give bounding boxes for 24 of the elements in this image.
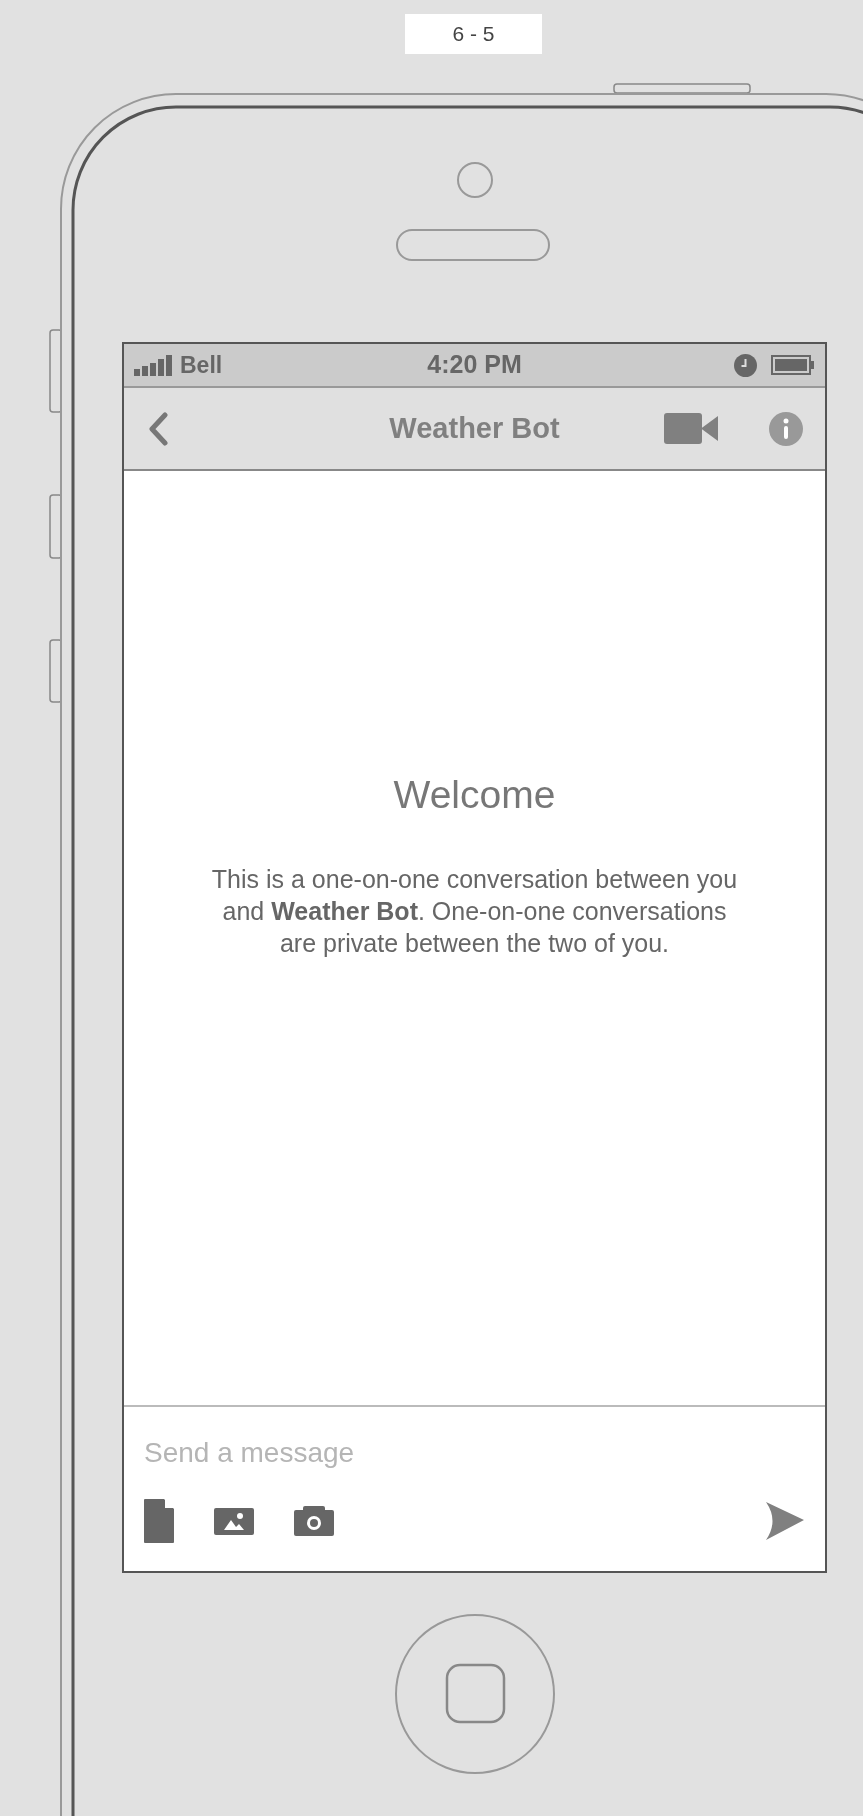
video-call-button[interactable]: [664, 413, 719, 444]
battery-icon: [771, 354, 815, 376]
welcome-message: This is a one-on-one conversation between you and Weather Bot. One-on-one conversations are private between the two of you.: [210, 863, 739, 959]
screen-label: 6 - 5: [452, 21, 495, 48]
document-icon: [144, 1499, 174, 1543]
picture-icon: [214, 1507, 254, 1535]
attach-file-button[interactable]: [144, 1499, 174, 1543]
info-icon: [769, 411, 803, 446]
status-time: 4:20 PM: [427, 349, 522, 381]
chat-title: Weather Bot: [389, 410, 560, 446]
back-chevron-icon: [148, 411, 168, 446]
clock-icon: [734, 353, 757, 377]
carrier-name: Bell: [180, 350, 223, 380]
back-button[interactable]: [146, 411, 170, 446]
message-input-field[interactable]: Send a message: [144, 1433, 805, 1473]
video-camera-icon: [664, 413, 719, 444]
send-arrow-icon: [765, 1501, 805, 1541]
camera-icon: [294, 1506, 334, 1536]
front-camera: [457, 162, 493, 198]
camera-button[interactable]: [294, 1506, 334, 1536]
welcome-heading: Welcome: [393, 772, 556, 818]
send-button[interactable]: [765, 1501, 805, 1541]
attach-image-button[interactable]: [214, 1507, 254, 1535]
info-button[interactable]: [769, 411, 803, 446]
